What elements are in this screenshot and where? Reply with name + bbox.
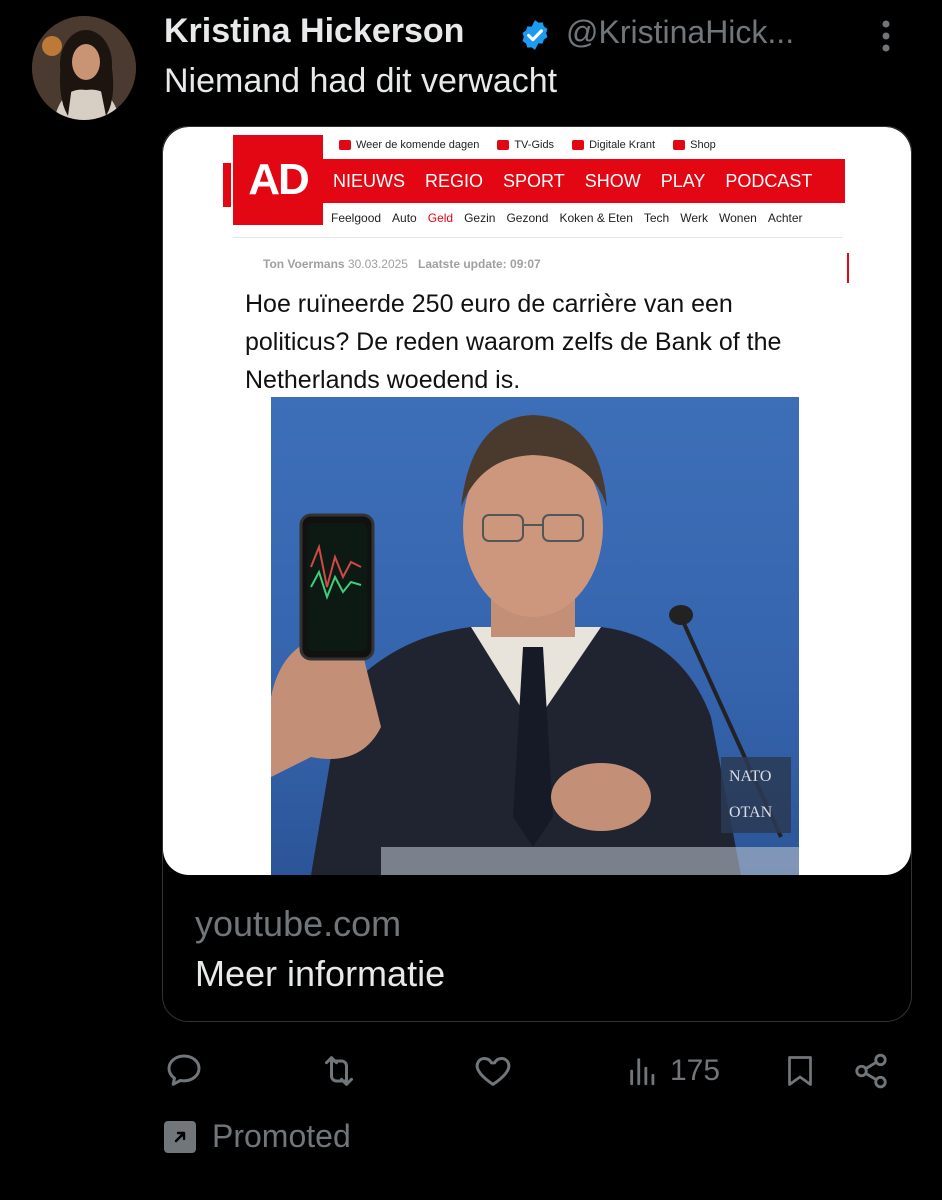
nav-sport: SPORT [503,170,565,191]
nav-play: PLAY [660,170,706,191]
shop-link: Shop [673,135,716,155]
retweet-icon [325,1056,353,1086]
views-button[interactable]: 175 [626,1046,720,1096]
article-photo: NATO OTAN [271,397,799,875]
more-vertical-icon[interactable] [876,16,896,56]
digitale-krant-link: Digitale Krant [572,135,655,155]
bookmark-icon [788,1056,812,1086]
article-byline: Ton Voermans 30.03.2025 Laatste update: … [263,257,541,271]
nav-nieuws: NIEUWS [333,170,405,191]
link-card[interactable]: AD Weer de komende dagen TV-Gids Digital… [162,126,912,1022]
ad-logo: AD [223,135,323,225]
heart-icon [475,1057,511,1086]
retweet-button[interactable] [318,1046,360,1096]
reply-button[interactable] [164,1046,204,1096]
bookmark-button[interactable] [782,1046,818,1096]
newspaper-sub-nav: Feelgood Auto Geld Gezin Gezond Koken & … [331,211,803,225]
views-chart-icon [630,1058,655,1086]
views-count: 175 [670,1054,721,1087]
nav-podcast: PODCAST [725,170,813,191]
tvgids-link: TV-Gids [497,135,554,155]
nav-regio: REGIO [425,170,484,191]
newspaper-top-links: Weer de komende dagen TV-Gids Digitale K… [339,135,716,155]
weather-link: Weer de komende dagen [339,135,479,155]
promoted-label: Promoted [212,1118,351,1154]
red-accent [847,253,849,283]
nav-show: SHOW [584,170,641,191]
card-domain: youtube.com [195,903,402,944]
newspaper-main-nav: NIEUWS REGIO SPORT SHOW PLAY PODCAST [323,159,845,203]
like-button[interactable] [472,1046,514,1096]
promoted-indicator[interactable]: Promoted [164,1118,351,1155]
tweet-text: Niemand had dit verwacht [164,62,558,100]
promoted-arrow-icon [164,1120,196,1153]
author-avatar[interactable] [32,16,136,120]
author-name[interactable]: Kristina Hickerson [164,12,464,51]
newspaper-divider [233,237,843,238]
nato-sign-text-1: NATO [729,768,771,785]
share-icon [855,1053,887,1089]
nato-sign-text-2: OTAN [729,804,773,821]
verified-badge-icon [518,18,552,52]
card-title[interactable]: Meer informatie [195,953,445,995]
article-headline: Hoe ruïneerde 250 euro de carrière van e… [245,290,782,394]
author-handle[interactable]: @KristinaHick... [566,14,794,51]
reply-icon [167,1054,201,1086]
share-button[interactable] [852,1046,890,1096]
card-image[interactable]: AD Weer de komende dagen TV-Gids Digital… [163,127,911,875]
